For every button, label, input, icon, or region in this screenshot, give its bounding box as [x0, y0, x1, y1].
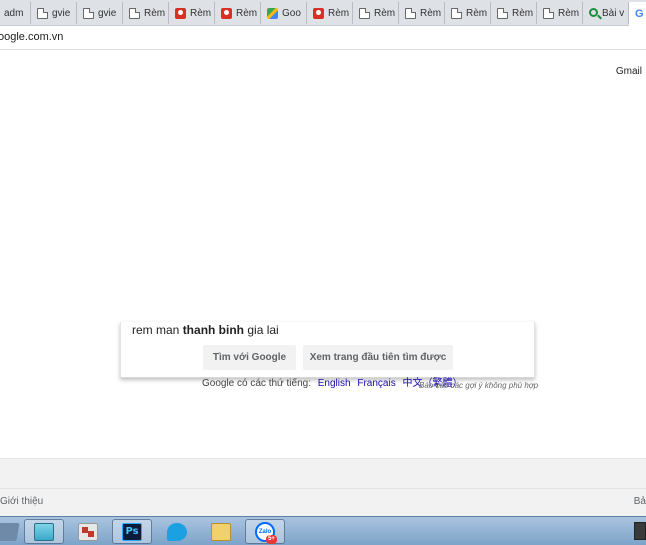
tab-1[interactable]: adm — [0, 2, 31, 24]
taskbar-bird-app[interactable] — [157, 519, 197, 544]
doc-icon — [543, 7, 554, 19]
footer-links-bar: Giới thiệu Bả — [0, 488, 646, 516]
tab-label: gvie — [52, 7, 71, 19]
tab-label: Rèm — [558, 7, 580, 19]
system-tray-icon[interactable] — [634, 522, 646, 540]
dictionary-icon — [78, 522, 98, 541]
google-search-button[interactable]: Tìm với Google — [203, 345, 296, 370]
tab-strip: adm gvie gvie Rèm Rèm Rèm Goo Rèm Rèm Rè… — [0, 0, 646, 26]
doc-icon — [405, 7, 416, 19]
tab-7[interactable]: Goo — [261, 2, 307, 24]
tab-label: gvie — [98, 7, 117, 19]
zalo-badge: 5+ — [266, 534, 277, 544]
tab-label: Rèm — [374, 7, 396, 19]
tab-2[interactable]: gvie — [31, 2, 77, 24]
tab-10[interactable]: Rèm — [399, 2, 445, 24]
tab-label: Rèm — [236, 7, 258, 19]
taskbar-zalo-app[interactable]: Zalo 5+ — [245, 519, 285, 544]
tab-label: Rèm — [512, 7, 534, 19]
suggestion-suffix: gia lai — [244, 323, 279, 337]
address-bar[interactable]: oogle.com.vn — [0, 26, 646, 50]
tab-label: Bài v — [602, 7, 625, 19]
bird-app-icon — [167, 522, 187, 541]
zalo-icon: Zalo 5+ — [255, 521, 277, 544]
tool-icon — [0, 522, 20, 541]
footer-country-bar — [0, 458, 646, 488]
browser-window: adm gvie gvie Rèm Rèm Rèm Goo Rèm Rèm Rè… — [0, 0, 646, 545]
footer-right-link[interactable]: Bả — [634, 496, 646, 507]
doc-icon — [129, 7, 140, 19]
feeling-lucky-button[interactable]: Xem trang đầu tiên tìm được — [303, 345, 453, 370]
autocomplete-dropdown: rem man thanh binh gia lai Tìm với Googl… — [120, 322, 535, 378]
folder-icon — [211, 522, 231, 541]
tab-3[interactable]: gvie — [77, 2, 123, 24]
taskbar-dictionary-app[interactable] — [68, 519, 108, 544]
windows-taskbar: Ps Zalo 5+ — [0, 516, 646, 545]
tab-14[interactable]: Bài v — [583, 2, 629, 24]
photoshop-icon: Ps — [122, 522, 142, 541]
about-link[interactable]: Giới thiệu — [0, 496, 43, 507]
doc-icon — [451, 7, 462, 19]
google-maps-icon — [267, 7, 278, 19]
language-link-french[interactable]: Français — [357, 378, 395, 389]
tab-label: Rèm — [190, 7, 212, 19]
suggestion-prefix: rem man — [132, 323, 183, 337]
language-prefix: Google có các thứ tiếng: — [202, 378, 311, 389]
map-pin-icon — [221, 7, 232, 19]
gmail-link[interactable]: Gmail — [616, 66, 642, 77]
tab-8[interactable]: Rèm — [307, 2, 353, 24]
google-icon: G — [635, 7, 644, 20]
tab-4[interactable]: Rèm — [123, 2, 169, 24]
map-pin-icon — [313, 7, 324, 19]
language-link-english[interactable]: English — [318, 378, 351, 389]
search-icon — [589, 7, 598, 17]
doc-icon — [83, 7, 94, 19]
doc-icon — [497, 7, 508, 19]
tab-label: Goo — [282, 7, 301, 19]
taskbar-notepad-app[interactable] — [24, 519, 64, 544]
tab-label: Rèm — [328, 7, 350, 19]
tab-9[interactable]: Rèm — [353, 2, 399, 24]
tab-label: Rèm — [420, 7, 442, 19]
url-text: oogle.com.vn — [0, 31, 64, 43]
tab-13[interactable]: Rèm — [537, 2, 583, 24]
zalo-label: Zalo — [258, 528, 272, 535]
doc-icon — [37, 7, 48, 19]
map-pin-icon — [175, 7, 186, 19]
tab-12[interactable]: Rèm — [491, 2, 537, 24]
tab-label: Rèm — [144, 7, 166, 19]
tab-6[interactable]: Rèm — [215, 2, 261, 24]
doc-icon — [359, 7, 370, 19]
taskbar-photoshop-app[interactable]: Ps — [112, 519, 152, 544]
tab-11[interactable]: Rèm — [445, 2, 491, 24]
tab-active-google[interactable]: G — [629, 2, 646, 26]
taskbar-explorer-app[interactable] — [201, 519, 241, 544]
notepad-icon — [34, 522, 54, 541]
suggestion-bold: thanh binh — [182, 323, 245, 337]
tab-5[interactable]: Rèm — [169, 2, 215, 24]
suggestion-item[interactable]: rem man thanh binh gia lai — [132, 323, 279, 337]
report-suggestions-link[interactable]: Báo cáo các gợi ý không phù hợp — [419, 381, 538, 390]
tab-label: adm — [4, 7, 24, 19]
tab-label: Rèm — [466, 7, 488, 19]
